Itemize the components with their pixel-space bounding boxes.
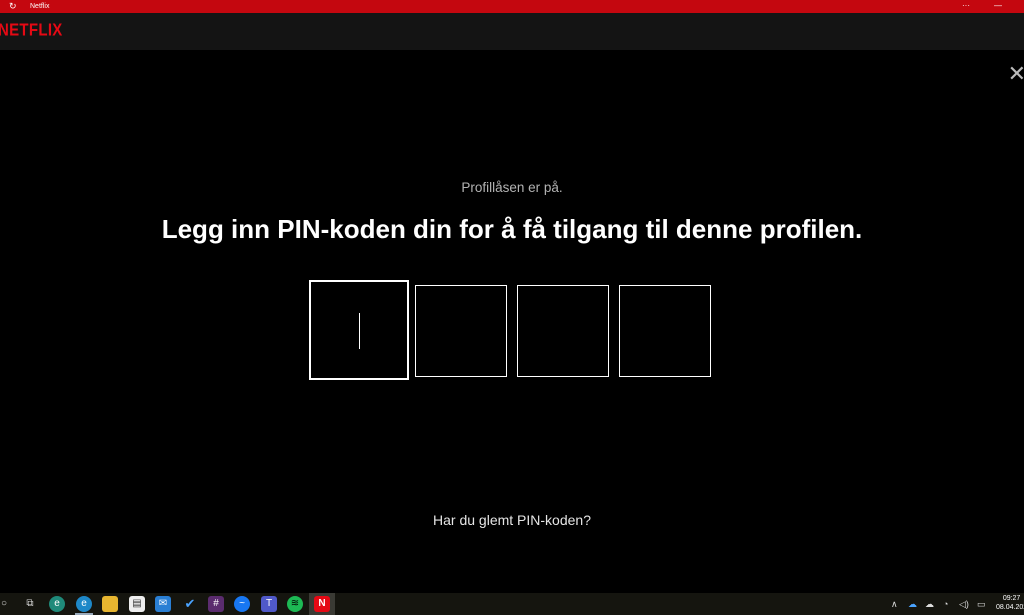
pin-entry-screen: ✕ Profillåsen er på. Legg inn PIN-koden … [0,50,1024,593]
minimize-button[interactable]: — [983,0,1013,13]
search-icon[interactable]: ○ [0,596,12,612]
clock[interactable]: 09:27 08.04.202 [996,594,1024,612]
profile-lock-status: Profillåsen er på. [461,180,563,195]
volume-icon[interactable]: ◁) [959,593,969,615]
show-hidden-icons-icon[interactable]: ∧ [891,593,898,615]
forgot-pin-link[interactable]: Har du glemt PIN-koden? [0,512,1024,528]
mail-icon[interactable]: ✉ [155,596,171,612]
keyboard-icon[interactable]: ▭ [977,593,986,615]
todo-icon[interactable]: ✔ [182,596,198,612]
edge-dev-icon[interactable]: e [49,596,65,612]
slack-icon[interactable]: # [208,596,224,612]
file-explorer-icon[interactable] [102,596,118,612]
pin-digit-4[interactable] [619,285,711,377]
pin-digit-2[interactable] [415,285,507,377]
windows-taskbar: ○ ⧉ e e ▤ ✉ ✔ # ~ T ≋ N ∧ ☁ ☁ ◔ ◁) ▭ 09:… [0,593,1024,615]
refresh-icon[interactable]: ↻ [9,1,17,12]
netflix-icon: N [314,596,330,612]
netflix-logo[interactable]: NETFLIX [0,21,63,41]
more-options-button[interactable]: ··· [951,0,981,13]
task-view-icon[interactable]: ⧉ [22,596,38,612]
onedrive-personal-icon[interactable]: ☁ [925,593,934,615]
page-title: Legg inn PIN-koden din for å få tilgang … [161,214,863,244]
spotify-icon[interactable]: ≋ [287,596,303,612]
store-icon[interactable]: ▤ [129,596,145,612]
pin-digit-1[interactable] [309,280,409,380]
clock-time: 09:27 [1002,595,1021,602]
messenger-icon[interactable]: ~ [234,596,250,612]
app-header: NETFLIX [0,13,1024,50]
clock-date: 08.04.202 [996,604,1024,611]
edge-icon[interactable]: e [76,596,92,612]
close-icon[interactable]: ✕ [1008,63,1024,85]
window-titlebar: ↻ Netflix ··· — [0,0,1024,13]
onedrive-icon[interactable]: ☁ [908,593,917,615]
text-caret [359,313,360,349]
teams-icon[interactable]: T [261,596,277,612]
netflix-taskbar-button[interactable]: N [309,593,335,615]
wifi-icon[interactable]: ◔ [943,593,948,615]
pin-digit-3[interactable] [517,285,609,377]
window-title: Netflix [30,3,50,10]
